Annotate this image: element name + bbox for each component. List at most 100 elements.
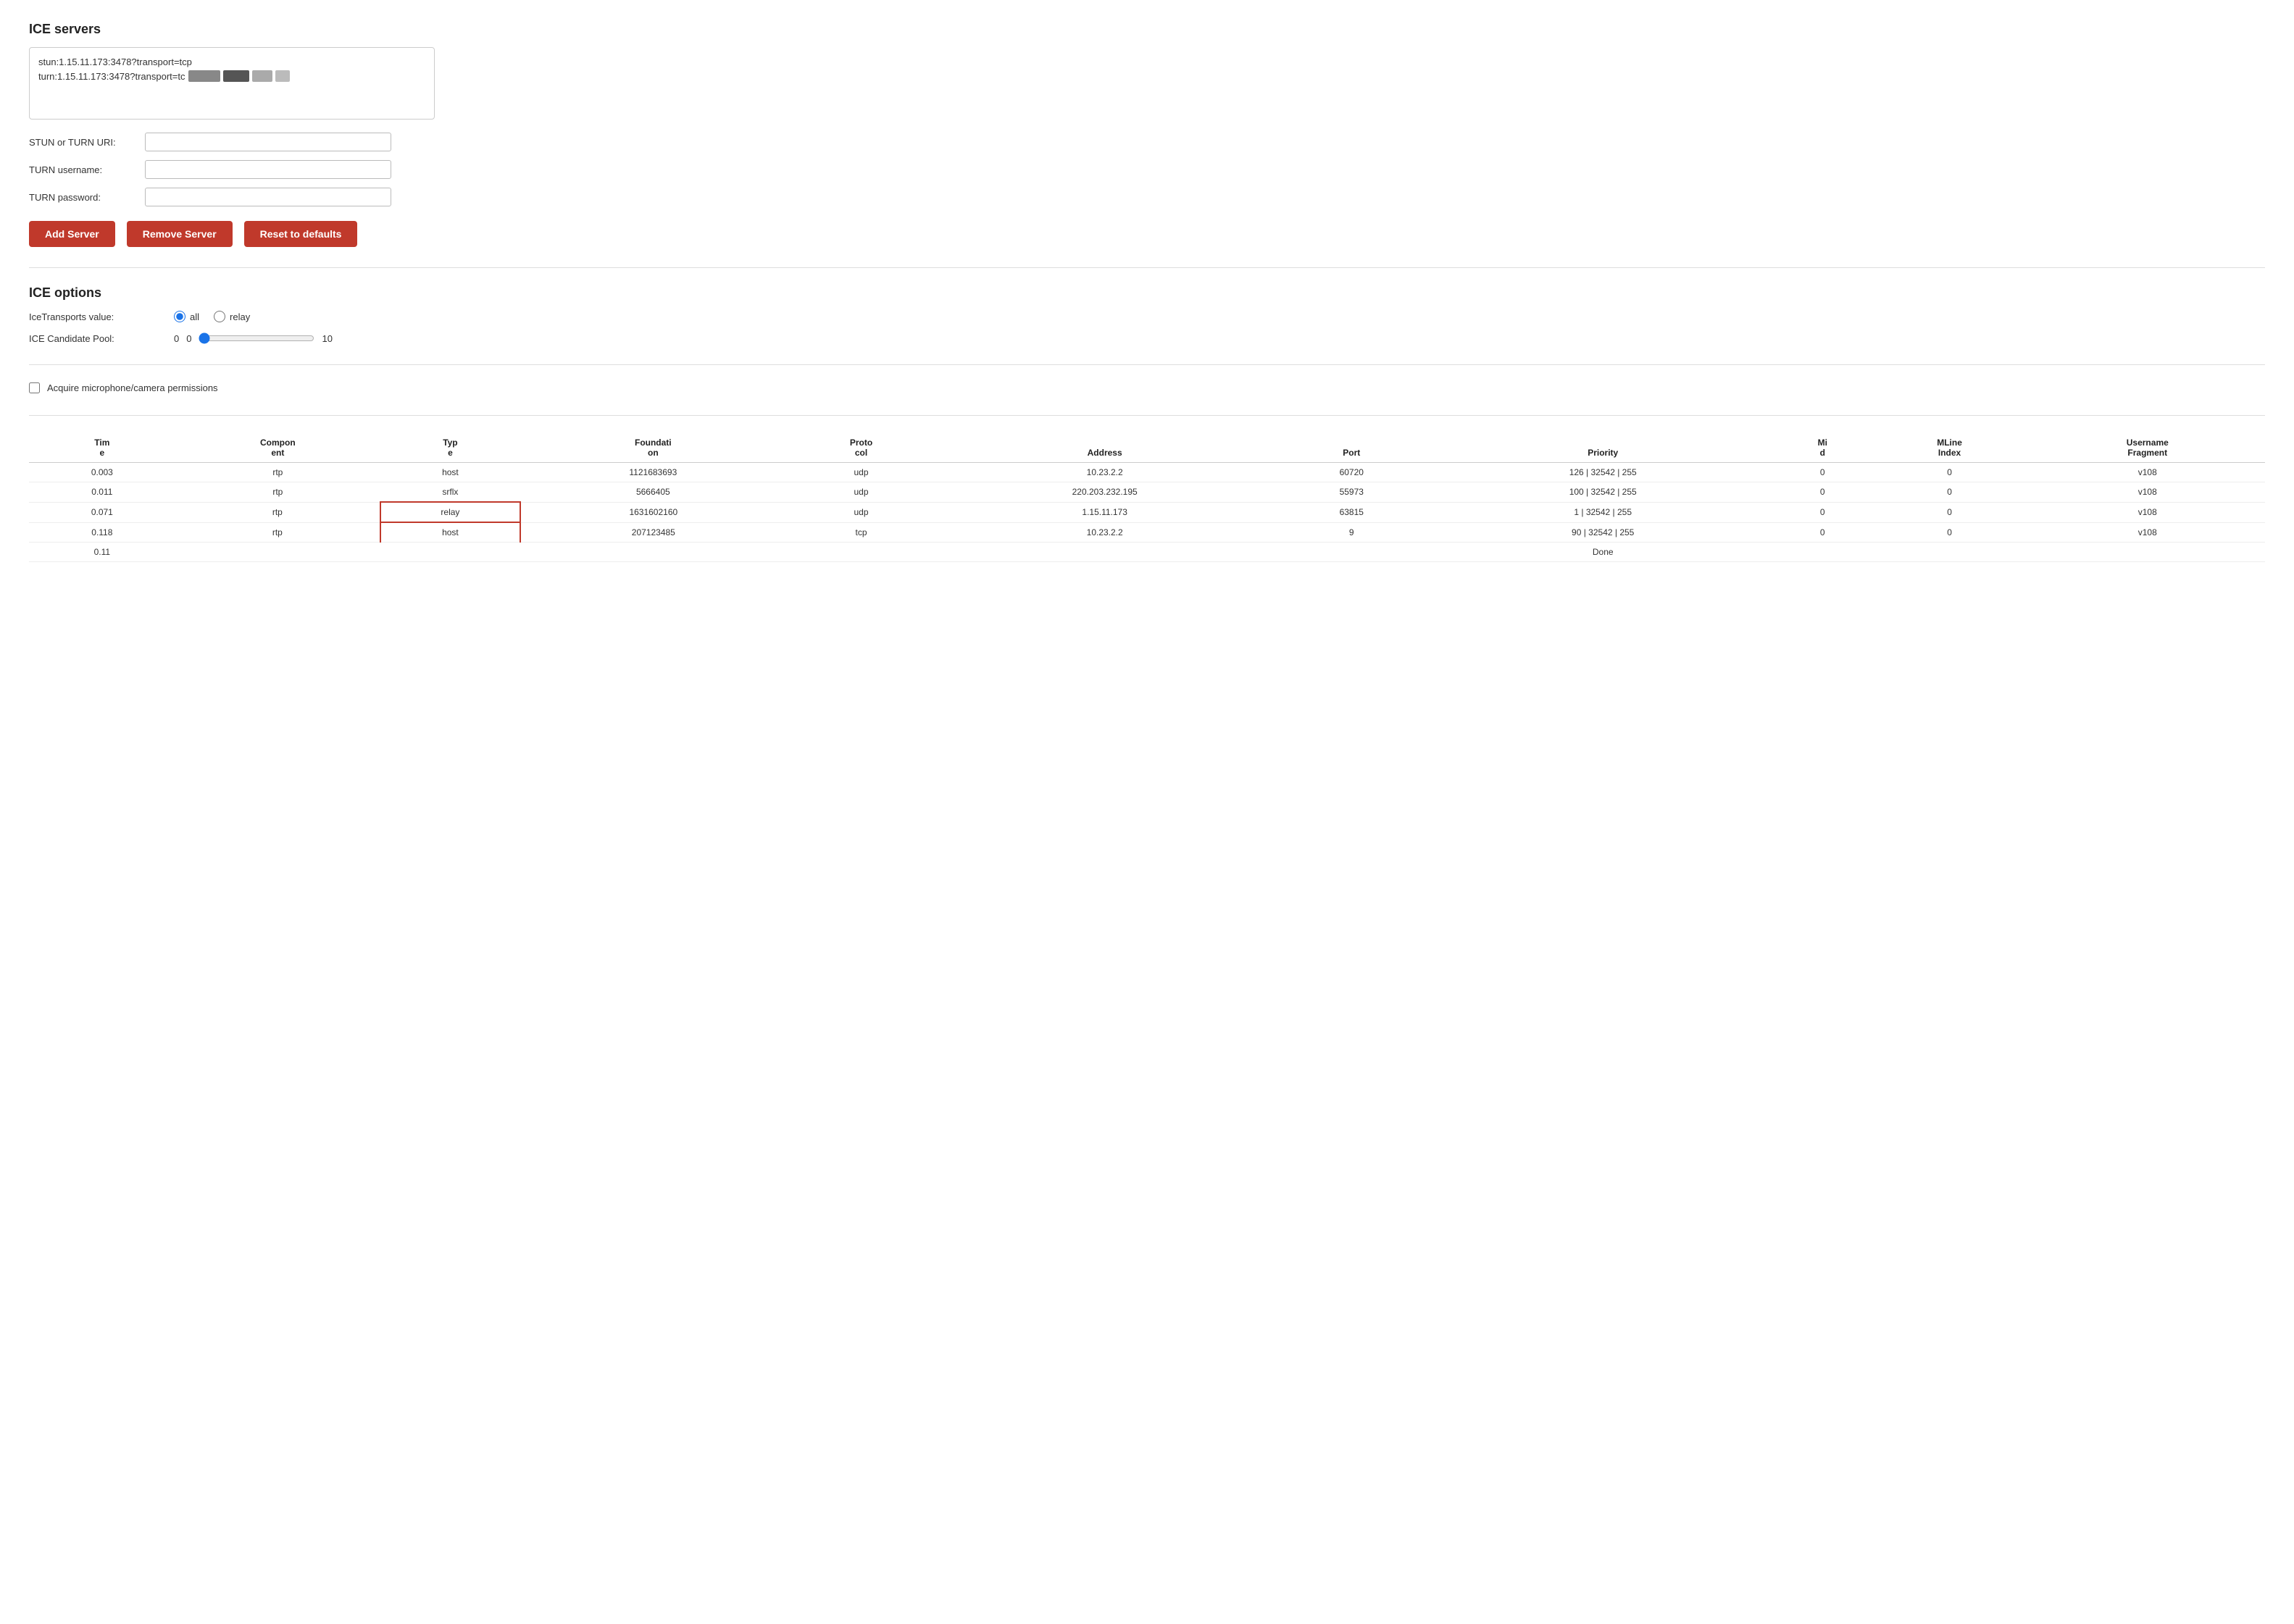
table-cell <box>2030 543 2265 562</box>
table-row: 0.003rtphost1121683693udp10.23.2.2607201… <box>29 463 2265 482</box>
table-row: 0.118rtphost207123485tcp10.23.2.2990 | 3… <box>29 522 2265 543</box>
pool-slider-group: 0 0 10 <box>174 332 333 344</box>
stun-uri-label: STUN or TURN URI: <box>29 137 145 148</box>
table-cell: rtp <box>175 482 380 503</box>
table-cell: host <box>380 463 520 482</box>
pool-current-value: 0 <box>186 333 191 344</box>
table-cell: v108 <box>2030 502 2265 522</box>
acquire-label: Acquire microphone/camera permissions <box>47 382 218 393</box>
table-cell: 0 <box>1869 502 2030 522</box>
candidates-table: Time Component Type Foundation Protocol … <box>29 433 2265 562</box>
table-cell: 0 <box>1869 463 2030 482</box>
table-cell: 0.118 <box>29 522 175 543</box>
table-cell: relay <box>380 502 520 522</box>
redacted-bar <box>188 70 290 82</box>
table-cell: 220.203.232.195 <box>936 482 1273 503</box>
turn-username-input[interactable] <box>145 160 391 179</box>
col-time: Time <box>29 433 175 463</box>
col-mid: Mid <box>1776 433 1869 463</box>
radio-relay-input[interactable] <box>214 311 225 322</box>
turn-password-input[interactable] <box>145 188 391 206</box>
table-cell <box>380 543 520 562</box>
col-username-fragment: UsernameFragment <box>2030 433 2265 463</box>
table-cell: udp <box>786 482 936 503</box>
table-row: 0.11 Done <box>29 543 2265 562</box>
server-line-1: stun:1.15.11.173:3478?transport=tcp <box>38 56 425 67</box>
table-cell: v108 <box>2030 482 2265 503</box>
acquire-checkbox[interactable] <box>29 382 40 393</box>
radio-all-label: all <box>190 311 199 322</box>
table-cell: Done <box>1430 543 1776 562</box>
table-cell <box>786 543 936 562</box>
table-cell: udp <box>786 502 936 522</box>
table-cell: rtp <box>175 522 380 543</box>
table-cell: 0 <box>1776 502 1869 522</box>
stun-uri-row: STUN or TURN URI: <box>29 133 2265 151</box>
table-cell <box>520 543 786 562</box>
col-type: Type <box>380 433 520 463</box>
divider-2 <box>29 364 2265 365</box>
pool-min-label: 0 <box>174 333 179 344</box>
stun-uri-input[interactable] <box>145 133 391 151</box>
transports-radio-group: all relay <box>174 311 250 322</box>
table-cell: 0.011 <box>29 482 175 503</box>
col-component: Component <box>175 433 380 463</box>
table-cell <box>1776 543 1869 562</box>
server-line-2: turn:1.15.11.173:3478?transport=tc <box>38 70 425 82</box>
table-cell: 10.23.2.2 <box>936 463 1273 482</box>
table-cell: rtp <box>175 502 380 522</box>
table-cell: 0 <box>1776 463 1869 482</box>
reset-defaults-button[interactable]: Reset to defaults <box>244 221 358 247</box>
pool-slider[interactable] <box>199 332 314 344</box>
col-port: Port <box>1273 433 1430 463</box>
pool-row: ICE Candidate Pool: 0 0 10 <box>29 332 2265 344</box>
ice-servers-title: ICE servers <box>29 22 2265 37</box>
table-cell: 1.15.11.173 <box>936 502 1273 522</box>
col-priority: Priority <box>1430 433 1776 463</box>
table-cell: 126 | 32542 | 255 <box>1430 463 1776 482</box>
transports-label: IceTransports value: <box>29 311 174 322</box>
table-cell: 0.071 <box>29 502 175 522</box>
turn-password-row: TURN password: <box>29 188 2265 206</box>
acquire-row: Acquire microphone/camera permissions <box>29 382 2265 393</box>
table-cell: 0 <box>1869 482 2030 503</box>
radio-all-input[interactable] <box>174 311 185 322</box>
table-cell: 55973 <box>1273 482 1430 503</box>
table-cell: v108 <box>2030 522 2265 543</box>
ice-servers-section: ICE servers stun:1.15.11.173:3478?transp… <box>29 22 2265 247</box>
divider-3 <box>29 415 2265 416</box>
table-cell: 60720 <box>1273 463 1430 482</box>
table-cell: 0 <box>1869 522 2030 543</box>
table-cell: 9 <box>1273 522 1430 543</box>
ice-servers-box[interactable]: stun:1.15.11.173:3478?transport=tcp turn… <box>29 47 435 120</box>
col-mline-index: MLineIndex <box>1869 433 2030 463</box>
remove-server-button[interactable]: Remove Server <box>127 221 233 247</box>
table-cell: udp <box>786 463 936 482</box>
ice-options-title: ICE options <box>29 285 2265 301</box>
transports-row: IceTransports value: all relay <box>29 311 2265 322</box>
table-cell: tcp <box>786 522 936 543</box>
table-cell: 10.23.2.2 <box>936 522 1273 543</box>
radio-relay[interactable]: relay <box>214 311 250 322</box>
table-cell: srflx <box>380 482 520 503</box>
table-cell: 63815 <box>1273 502 1430 522</box>
table-cell: 0.11 <box>29 543 175 562</box>
col-foundation: Foundation <box>520 433 786 463</box>
turn-username-label: TURN username: <box>29 164 145 175</box>
candidates-section: Time Component Type Foundation Protocol … <box>29 433 2265 562</box>
table-row: 0.011rtpsrflx5666405udp220.203.232.19555… <box>29 482 2265 503</box>
table-cell: 1121683693 <box>520 463 786 482</box>
table-cell: v108 <box>2030 463 2265 482</box>
table-cell: 5666405 <box>520 482 786 503</box>
radio-relay-label: relay <box>230 311 250 322</box>
turn-password-label: TURN password: <box>29 192 145 203</box>
pool-max-label: 10 <box>322 333 332 344</box>
turn-username-row: TURN username: <box>29 160 2265 179</box>
table-cell: 90 | 32542 | 255 <box>1430 522 1776 543</box>
table-cell: host <box>380 522 520 543</box>
server-buttons: Add Server Remove Server Reset to defaul… <box>29 221 2265 247</box>
server-text-2: turn:1.15.11.173:3478?transport=tc <box>38 71 185 82</box>
radio-all[interactable]: all <box>174 311 199 322</box>
pool-label: ICE Candidate Pool: <box>29 333 174 344</box>
add-server-button[interactable]: Add Server <box>29 221 115 247</box>
